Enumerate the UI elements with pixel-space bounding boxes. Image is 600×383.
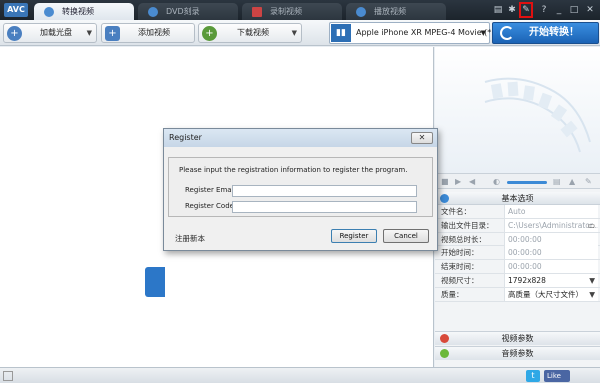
code-label: Register Code:: [185, 202, 237, 210]
preview-area: [435, 47, 600, 173]
tab-dvd-burn[interactable]: DVD刻录: [138, 3, 238, 20]
status-bar: t Like: [0, 367, 600, 383]
dialog-message: Please input the registration informatio…: [179, 166, 408, 174]
highlight-box: [519, 2, 533, 18]
volume-icon[interactable]: ◐: [493, 175, 500, 189]
setting-row-quality: 质量： 高质量（大尺寸文件） ▼: [435, 287, 600, 302]
basic-options-header[interactable]: 基本选项: [435, 192, 600, 205]
start-convert-button[interactable]: 开始转换！: [492, 22, 599, 44]
settings-panel: ■ ▶ ◀ ◐ ▤ ▲ ✎ 基本选项 文件名： Auto 输出文件目录： C:\…: [435, 47, 600, 367]
output-profile-select[interactable]: ▮▮ Apple iPhone XR MPEG-4 Movie (*.m... …: [329, 22, 509, 44]
video-params-header[interactable]: 视频参数: [435, 331, 600, 345]
video-size-select[interactable]: 1792x828 ▼: [504, 273, 598, 287]
crop-icon[interactable]: ▲: [569, 175, 575, 189]
setting-row-duration: 视频总时长： 00:00:00: [435, 232, 600, 247]
video-params-icon: [440, 334, 449, 343]
tab-record-video[interactable]: 录制视频: [242, 3, 342, 20]
register-code-input[interactable]: [232, 201, 417, 213]
chevron-down-icon: ▼: [589, 275, 595, 285]
player-controls: ■ ▶ ◀ ◐ ▤ ▲ ✎: [435, 173, 600, 189]
chevron-down-icon: ▼: [480, 29, 486, 37]
play-icon[interactable]: ▶: [455, 175, 461, 189]
convert-video-icon: [44, 7, 54, 17]
audio-params-icon: [440, 349, 449, 358]
dialog-close-button[interactable]: ✕: [411, 132, 433, 144]
film-strip-icon: [484, 77, 591, 153]
stop-icon[interactable]: ■: [441, 175, 449, 189]
end-time-field[interactable]: 00:00:00: [504, 260, 598, 274]
dialog-form-panel: Please input the registration informatio…: [168, 157, 433, 217]
setting-row-output-dir: 输出文件目录： C:\Users\Administrator... ▭: [435, 218, 600, 233]
disc-icon: [148, 7, 158, 17]
record-icon: [252, 7, 262, 17]
duration-field: 00:00:00: [504, 232, 598, 246]
tab-convert-video[interactable]: 转换视频: [34, 3, 134, 20]
filename-field[interactable]: Auto: [504, 205, 598, 218]
skin-icon[interactable]: ▤: [492, 4, 504, 16]
prev-icon[interactable]: ◀: [469, 175, 475, 189]
chevron-down-icon[interactable]: ▼: [87, 24, 92, 42]
play-icon: [356, 7, 366, 17]
minimize-button[interactable]: _: [553, 4, 565, 16]
cancel-button[interactable]: Cancel: [383, 229, 429, 243]
refresh-icon: [500, 26, 514, 40]
toolbar: + 加载光盘 ▼ + 添加视频 + 下载视频 ▼ ▮▮ Apple iPhone…: [0, 20, 600, 46]
register-new-link[interactable]: 注册新本: [175, 233, 205, 244]
help-button[interactable]: ?: [538, 4, 550, 16]
register-email-input[interactable]: [232, 185, 417, 197]
snapshot-icon[interactable]: ▤: [553, 175, 561, 189]
output-dir-field[interactable]: C:\Users\Administrator... ▭: [504, 218, 598, 232]
checkbox-icon[interactable]: [3, 371, 13, 381]
chevron-down-icon: ▼: [589, 289, 595, 299]
add-file-hint-icon[interactable]: [145, 267, 165, 297]
load-disc-button[interactable]: + 加载光盘 ▼: [3, 23, 97, 43]
basic-options: 基本选项 文件名： Auto 输出文件目录： C:\Users\Administ…: [435, 192, 600, 302]
setting-row-video-size: 视频尺寸： 1792x828 ▼: [435, 273, 600, 288]
register-button[interactable]: Register: [331, 229, 377, 243]
register-dialog: Register ✕ Please input the registration…: [163, 128, 438, 251]
setting-row-filename: 文件名： Auto: [435, 205, 600, 219]
maximize-button[interactable]: □: [568, 4, 580, 16]
close-button[interactable]: ✕: [584, 4, 596, 16]
device-icon: ▮▮: [331, 24, 351, 42]
gear-icon[interactable]: ✱: [506, 4, 518, 16]
setting-row-end-time: 结束时间： 00:00:00: [435, 260, 600, 274]
email-label: Register Email:: [185, 186, 238, 194]
download-video-button[interactable]: + 下载视频 ▼: [198, 23, 302, 43]
title-bar: AVC 转换视频 DVD刻录 录制视频 播放视频 ▤ ✱ ✎ ? _ □ ✕: [0, 0, 600, 20]
globe-download-icon: +: [202, 26, 217, 41]
tab-play-video[interactable]: 播放视频: [346, 3, 446, 20]
video-add-icon: +: [105, 26, 120, 41]
chevron-down-icon[interactable]: ▼: [292, 24, 297, 42]
app-logo: AVC: [4, 3, 28, 17]
quality-select[interactable]: 高质量（大尺寸文件） ▼: [504, 287, 598, 301]
facebook-like-button[interactable]: Like: [544, 370, 570, 382]
options-icon: [440, 194, 449, 203]
folder-icon[interactable]: ▭: [588, 219, 595, 232]
volume-slider[interactable]: [507, 181, 547, 184]
dialog-title-bar: Register ✕: [164, 129, 437, 147]
dialog-title: Register: [169, 133, 202, 142]
edit-icon[interactable]: ✎: [585, 175, 592, 189]
disc-add-icon: +: [7, 26, 22, 41]
add-video-button[interactable]: + 添加视频: [101, 23, 195, 43]
setting-row-start-time: 开始时间： 00:00:00: [435, 246, 600, 261]
audio-params-header[interactable]: 音频参数: [435, 346, 600, 360]
start-time-field[interactable]: 00:00:00: [504, 246, 598, 260]
twitter-icon[interactable]: t: [526, 370, 540, 382]
